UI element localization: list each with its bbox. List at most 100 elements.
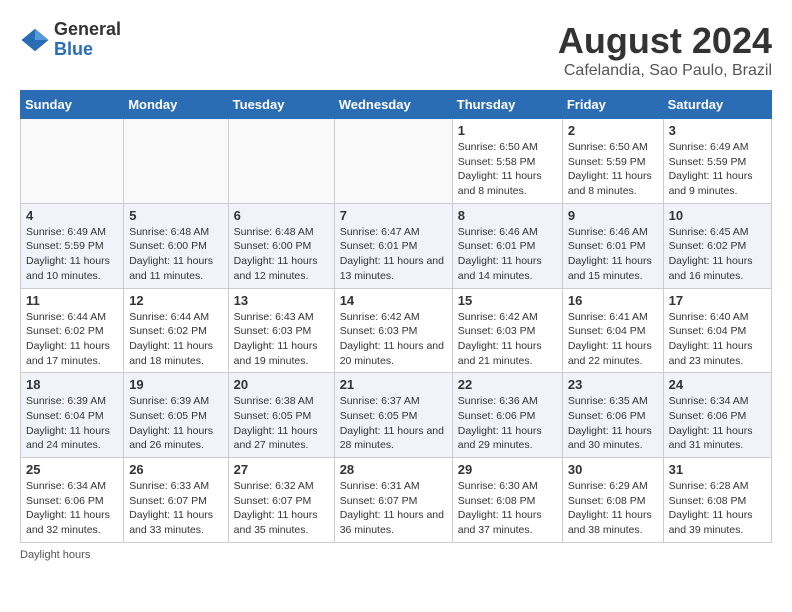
day-number: 22	[458, 377, 557, 392]
day-number: 24	[669, 377, 766, 392]
day-info: Sunrise: 6:34 AM Sunset: 6:06 PM Dayligh…	[669, 394, 766, 453]
day-info: Sunrise: 6:47 AM Sunset: 6:01 PM Dayligh…	[340, 225, 447, 284]
day-info: Sunrise: 6:31 AM Sunset: 6:07 PM Dayligh…	[340, 479, 447, 538]
day-number: 2	[568, 123, 658, 138]
logo-text: General Blue	[54, 20, 121, 60]
calendar-cell: 23Sunrise: 6:35 AM Sunset: 6:06 PM Dayli…	[562, 373, 663, 458]
day-info: Sunrise: 6:29 AM Sunset: 6:08 PM Dayligh…	[568, 479, 658, 538]
day-info: Sunrise: 6:30 AM Sunset: 6:08 PM Dayligh…	[458, 479, 557, 538]
day-info: Sunrise: 6:46 AM Sunset: 6:01 PM Dayligh…	[568, 225, 658, 284]
day-number: 6	[234, 208, 329, 223]
day-info: Sunrise: 6:28 AM Sunset: 6:08 PM Dayligh…	[669, 479, 766, 538]
calendar-cell: 6 Sunrise: 6:48 AM Sunset: 6:00 PM Daylig…	[228, 203, 334, 288]
calendar-cell: 24 Sunrise: 6:34 AM Sunset: 6:06 PM Dayli…	[663, 373, 771, 458]
col-header-saturday: Saturday	[663, 91, 771, 119]
calendar-cell: 13Sunrise: 6:43 AM Sunset: 6:03 PM Dayli…	[228, 288, 334, 373]
day-info: Sunrise: 6:49 AM Sunset: 5:59 PM Dayligh…	[26, 225, 118, 284]
month-title: August 2024	[558, 20, 772, 62]
day-number: 18	[26, 377, 118, 392]
day-info: Sunrise: 6:49 AM Sunset: 5:59 PM Dayligh…	[669, 140, 766, 199]
calendar-header-row: SundayMondayTuesdayWednesdayThursdayFrid…	[21, 91, 772, 119]
day-info: Sunrise: 6:37 AM Sunset: 6:05 PM Dayligh…	[340, 394, 447, 453]
calendar-cell: 7 Sunrise: 6:47 AM Sunset: 6:01 PM Daylig…	[334, 203, 452, 288]
calendar-cell: 19Sunrise: 6:39 AM Sunset: 6:05 PM Dayli…	[124, 373, 228, 458]
col-header-thursday: Thursday	[452, 91, 562, 119]
logo-general: General	[54, 20, 121, 40]
day-info: Sunrise: 6:48 AM Sunset: 6:00 PM Dayligh…	[234, 225, 329, 284]
calendar-cell	[334, 119, 452, 204]
day-number: 30	[568, 462, 658, 477]
calendar-cell: 20 Sunrise: 6:38 AM Sunset: 6:05 PM Dayli…	[228, 373, 334, 458]
day-info: Sunrise: 6:44 AM Sunset: 6:02 PM Dayligh…	[129, 310, 222, 369]
calendar-cell	[124, 119, 228, 204]
day-number: 20	[234, 377, 329, 392]
day-number: 3	[669, 123, 766, 138]
day-number: 27	[234, 462, 329, 477]
day-info: Sunrise: 6:48 AM Sunset: 6:00 PM Dayligh…	[129, 225, 222, 284]
col-header-sunday: Sunday	[21, 91, 124, 119]
day-info: Sunrise: 6:36 AM Sunset: 6:06 PM Dayligh…	[458, 394, 557, 453]
day-number: 19	[129, 377, 222, 392]
col-header-wednesday: Wednesday	[334, 91, 452, 119]
calendar-table: SundayMondayTuesdayWednesdayThursdayFrid…	[20, 90, 772, 543]
calendar-cell: 29 Sunrise: 6:30 AM Sunset: 6:08 PM Dayli…	[452, 458, 562, 543]
day-number: 17	[669, 293, 766, 308]
col-header-monday: Monday	[124, 91, 228, 119]
day-info: Sunrise: 6:40 AM Sunset: 6:04 PM Dayligh…	[669, 310, 766, 369]
day-number: 29	[458, 462, 557, 477]
calendar-cell: 22 Sunrise: 6:36 AM Sunset: 6:06 PM Dayli…	[452, 373, 562, 458]
day-number: 28	[340, 462, 447, 477]
day-info: Sunrise: 6:33 AM Sunset: 6:07 PM Dayligh…	[129, 479, 222, 538]
day-info: Sunrise: 6:41 AM Sunset: 6:04 PM Dayligh…	[568, 310, 658, 369]
day-number: 14	[340, 293, 447, 308]
day-info: Sunrise: 6:44 AM Sunset: 6:02 PM Dayligh…	[26, 310, 118, 369]
day-number: 7	[340, 208, 447, 223]
calendar-cell: 11 Sunrise: 6:44 AM Sunset: 6:02 PM Dayli…	[21, 288, 124, 373]
day-info: Sunrise: 6:39 AM Sunset: 6:04 PM Dayligh…	[26, 394, 118, 453]
calendar-cell: 21 Sunrise: 6:37 AM Sunset: 6:05 PM Dayli…	[334, 373, 452, 458]
day-info: Sunrise: 6:50 AM Sunset: 5:59 PM Dayligh…	[568, 140, 658, 199]
calendar-cell: 16 Sunrise: 6:41 AM Sunset: 6:04 PM Dayli…	[562, 288, 663, 373]
calendar-cell: 30 Sunrise: 6:29 AM Sunset: 6:08 PM Dayli…	[562, 458, 663, 543]
calendar-cell: 9 Sunrise: 6:46 AM Sunset: 6:01 PM Daylig…	[562, 203, 663, 288]
day-number: 10	[669, 208, 766, 223]
day-number: 9	[568, 208, 658, 223]
day-info: Sunrise: 6:32 AM Sunset: 6:07 PM Dayligh…	[234, 479, 329, 538]
calendar-cell: 8 Sunrise: 6:46 AM Sunset: 6:01 PM Daylig…	[452, 203, 562, 288]
logo: General Blue	[20, 20, 121, 60]
col-header-tuesday: Tuesday	[228, 91, 334, 119]
day-info: Sunrise: 6:38 AM Sunset: 6:05 PM Dayligh…	[234, 394, 329, 453]
day-info: Sunrise: 6:46 AM Sunset: 6:01 PM Dayligh…	[458, 225, 557, 284]
day-info: Sunrise: 6:50 AM Sunset: 5:58 PM Dayligh…	[458, 140, 557, 199]
calendar-cell: 15 Sunrise: 6:42 AM Sunset: 6:03 PM Dayli…	[452, 288, 562, 373]
calendar-cell: 2 Sunrise: 6:50 AM Sunset: 5:59 PM Daylig…	[562, 119, 663, 204]
col-header-friday: Friday	[562, 91, 663, 119]
day-number: 26	[129, 462, 222, 477]
calendar-week-4: 18 Sunrise: 6:39 AM Sunset: 6:04 PM Dayli…	[21, 373, 772, 458]
calendar-cell: 18 Sunrise: 6:39 AM Sunset: 6:04 PM Dayli…	[21, 373, 124, 458]
title-block: August 2024 Cafelandia, Sao Paulo, Brazi…	[558, 20, 772, 80]
day-number: 11	[26, 293, 118, 308]
calendar-cell: 10Sunrise: 6:45 AM Sunset: 6:02 PM Dayli…	[663, 203, 771, 288]
day-info: Sunrise: 6:43 AM Sunset: 6:03 PM Dayligh…	[234, 310, 329, 369]
day-number: 8	[458, 208, 557, 223]
calendar-cell: 28 Sunrise: 6:31 AM Sunset: 6:07 PM Dayli…	[334, 458, 452, 543]
day-number: 23	[568, 377, 658, 392]
day-number: 1	[458, 123, 557, 138]
day-number: 5	[129, 208, 222, 223]
calendar-cell: 27 Sunrise: 6:32 AM Sunset: 6:07 PM Dayli…	[228, 458, 334, 543]
calendar-cell: 26 Sunrise: 6:33 AM Sunset: 6:07 PM Dayli…	[124, 458, 228, 543]
calendar-cell	[228, 119, 334, 204]
calendar-cell: 12Sunrise: 6:44 AM Sunset: 6:02 PM Dayli…	[124, 288, 228, 373]
location-title: Cafelandia, Sao Paulo, Brazil	[558, 62, 772, 80]
calendar-cell: 5 Sunrise: 6:48 AM Sunset: 6:00 PM Daylig…	[124, 203, 228, 288]
day-number: 16	[568, 293, 658, 308]
day-number: 4	[26, 208, 118, 223]
day-info: Sunrise: 6:42 AM Sunset: 6:03 PM Dayligh…	[458, 310, 557, 369]
day-number: 21	[340, 377, 447, 392]
calendar-week-3: 11 Sunrise: 6:44 AM Sunset: 6:02 PM Dayli…	[21, 288, 772, 373]
day-number: 15	[458, 293, 557, 308]
day-number: 25	[26, 462, 118, 477]
day-info: Sunrise: 6:34 AM Sunset: 6:06 PM Dayligh…	[26, 479, 118, 538]
calendar-cell: 3 Sunrise: 6:49 AM Sunset: 5:59 PM Daylig…	[663, 119, 771, 204]
